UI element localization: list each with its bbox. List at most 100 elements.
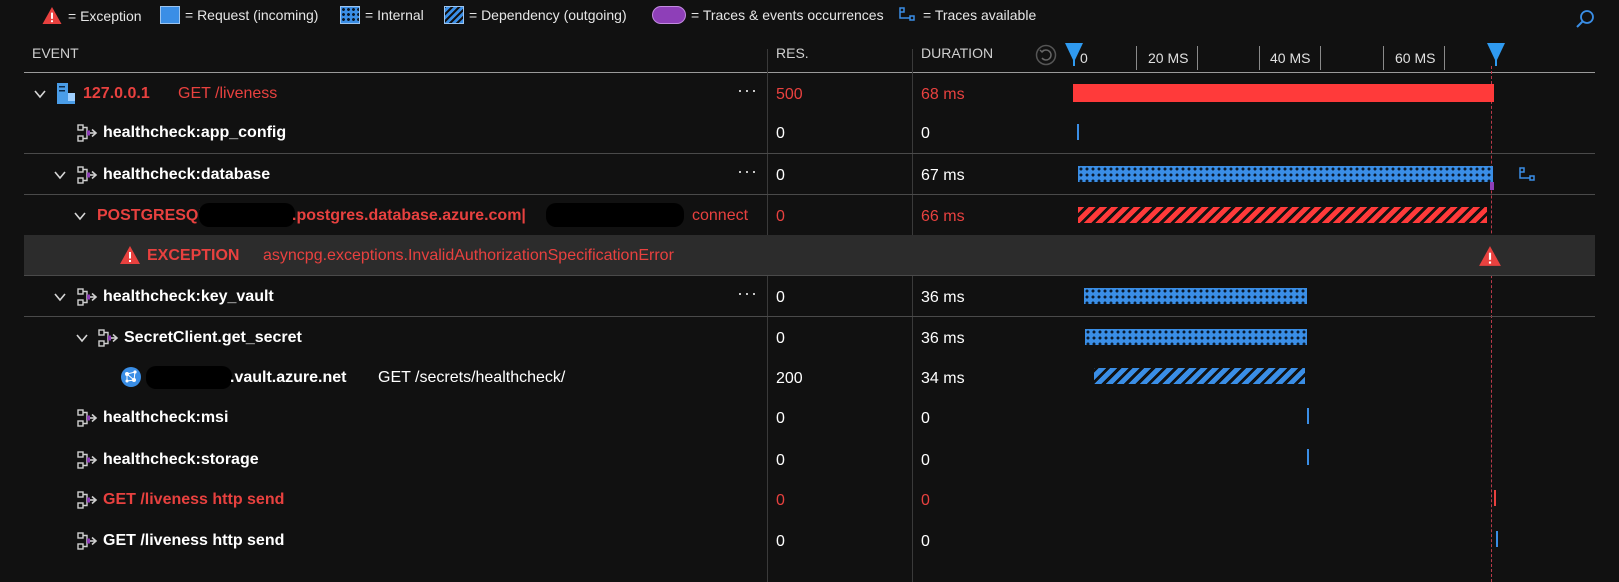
row-name[interactable]: healthcheck:storage: [103, 451, 259, 469]
row-res: 0: [776, 167, 785, 184]
row-duration: 0: [921, 452, 930, 469]
legend-exception: = Exception: [41, 6, 142, 25]
more-options-button[interactable]: ···: [737, 283, 758, 304]
chevron-down-icon[interactable]: [73, 209, 87, 223]
row-duration: 0: [921, 125, 930, 142]
row-res: 0: [776, 330, 785, 347]
row-duration: 0: [921, 533, 930, 550]
component-icon: [77, 124, 99, 142]
internal-bar[interactable]: [1085, 329, 1307, 345]
row-res: 500: [776, 86, 803, 103]
timeline-marker[interactable]: [1077, 124, 1079, 140]
search-icon[interactable]: [1574, 8, 1596, 30]
header-divider: [24, 72, 1595, 73]
legend-request: = Request (incoming): [160, 6, 318, 24]
row-duration: 0: [921, 492, 930, 509]
row-duration: 0: [921, 410, 930, 427]
more-options-button[interactable]: ···: [737, 80, 758, 101]
legend-internal: = Internal: [340, 6, 424, 24]
dependency-bar[interactable]: [1094, 368, 1305, 384]
tick-line: [1136, 46, 1137, 70]
end-cursor-line: [1491, 66, 1492, 582]
traces-swatch-icon: [652, 6, 686, 24]
tick-line: [1259, 46, 1260, 70]
trace-tree-icon[interactable]: [1518, 166, 1538, 184]
row-res: 0: [776, 289, 785, 306]
azure-globe-icon: [121, 367, 141, 387]
row-name[interactable]: healthcheck:msi: [103, 409, 228, 427]
internal-bar[interactable]: [1084, 288, 1307, 304]
row-duration: 36 ms: [921, 330, 965, 347]
tick-label: 0: [1080, 50, 1088, 66]
row-res: 0: [776, 452, 785, 469]
legend-dependency: = Dependency (outgoing): [444, 6, 627, 24]
row-name[interactable]: GET /liveness http send: [103, 532, 284, 550]
redacted-text: [146, 366, 232, 389]
trace-tree-icon: [899, 7, 915, 21]
row-duration: 68 ms: [921, 86, 965, 103]
tick-label: 60 MS: [1395, 50, 1436, 66]
reset-icon[interactable]: [1035, 44, 1057, 66]
request-swatch-icon: [160, 6, 180, 24]
timeline-marker[interactable]: [1496, 531, 1498, 547]
column-header-event[interactable]: EVENT: [32, 45, 79, 73]
row-name[interactable]: GET /liveness http send: [103, 491, 284, 509]
internal-swatch-icon: [340, 6, 360, 24]
dependency-operation: connect: [692, 207, 749, 224]
row-divider: [24, 316, 1595, 317]
server-icon: [57, 83, 75, 104]
row-name[interactable]: SecretClient.get_secret: [124, 329, 302, 347]
timeline-marker[interactable]: [1307, 408, 1309, 424]
row-res: 0: [776, 125, 785, 142]
tick-line: [1444, 46, 1445, 70]
legend-traces-events: = Traces & events occurrences: [652, 6, 884, 24]
timeline-marker[interactable]: [1494, 490, 1496, 506]
redacted-text: [199, 203, 295, 227]
row-divider: [24, 194, 1595, 195]
exception-label[interactable]: EXCEPTION: [147, 247, 239, 265]
chevron-down-icon[interactable]: [53, 290, 67, 304]
row-duration: 36 ms: [921, 289, 965, 306]
component-icon: [77, 166, 99, 184]
exception-type[interactable]: asyncpg.exceptions.InvalidAuthorizationS…: [263, 247, 674, 265]
tick-line: [1197, 46, 1198, 70]
component-icon: [77, 409, 99, 427]
row-res: 0: [776, 208, 785, 225]
row-res: 200: [776, 370, 803, 387]
component-icon: [98, 329, 120, 347]
row-name[interactable]: healthcheck:database: [103, 166, 270, 184]
tick-label: 20 MS: [1148, 50, 1189, 66]
row-name[interactable]: healthcheck:app_config: [103, 124, 286, 142]
legend-traces-available: = Traces available: [898, 6, 1036, 24]
dependency-target[interactable]: .postgres.database.azure.com|: [292, 207, 526, 225]
tick-label: 40 MS: [1270, 50, 1311, 66]
request-host[interactable]: 127.0.0.1: [83, 85, 150, 103]
request-bar[interactable]: [1073, 84, 1494, 102]
chevron-down-icon[interactable]: [53, 168, 67, 182]
legend: = Exception = Request (incoming) = Inter…: [0, 0, 1619, 32]
row-res: 0: [776, 492, 785, 509]
column-header-duration[interactable]: DURATION: [921, 45, 993, 73]
dependency-target[interactable]: .vault.azure.net: [230, 369, 346, 387]
chevron-down-icon[interactable]: [33, 87, 47, 101]
component-icon: [77, 451, 99, 469]
timeline-end-cursor-icon[interactable]: [1486, 42, 1506, 66]
row-divider: [24, 153, 1595, 154]
row-duration: 66 ms: [921, 208, 965, 225]
column-header-res[interactable]: RES.: [776, 45, 809, 73]
chevron-down-icon[interactable]: [75, 331, 89, 345]
dependency-type[interactable]: POSTGRESQL: [97, 207, 208, 225]
component-icon: [77, 491, 99, 509]
request-name[interactable]: GET /liveness: [178, 85, 277, 103]
exception-marker-icon[interactable]: [1478, 245, 1502, 267]
dependency-bar[interactable]: [1078, 207, 1487, 223]
timeline-marker[interactable]: [1307, 449, 1309, 465]
internal-bar[interactable]: [1078, 166, 1493, 182]
exception-row[interactable]: [24, 235, 1595, 275]
more-options-button[interactable]: ···: [737, 161, 758, 182]
row-res: 0: [776, 410, 785, 427]
component-icon: [77, 288, 99, 306]
trace-occurrence-mark[interactable]: [1490, 182, 1494, 190]
row-name[interactable]: healthcheck:key_vault: [103, 288, 274, 306]
component-icon: [77, 532, 99, 550]
